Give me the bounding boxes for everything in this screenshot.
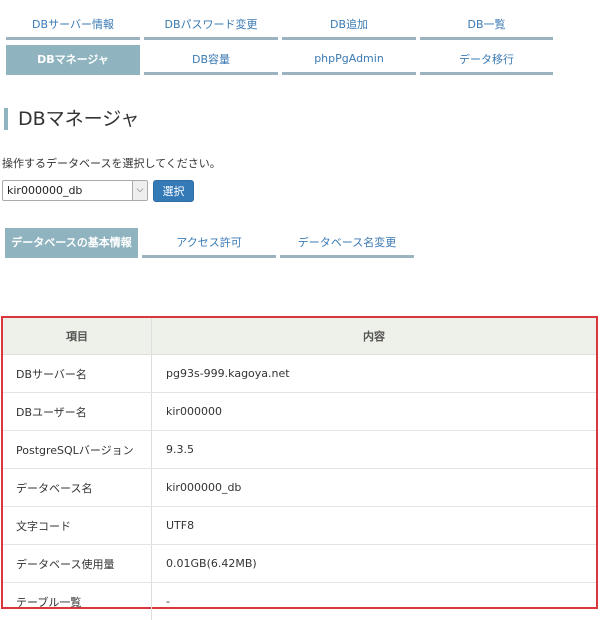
table-row: DBサーバー名 pg93s-999.kagoya.net (3, 355, 596, 393)
nav-db-capacity[interactable]: DB容量 (144, 45, 278, 75)
row-label: データベース使用量 (3, 545, 152, 583)
nav-db-list[interactable]: DB一覧 (420, 10, 553, 40)
row-label: テーブル一覧 (3, 583, 152, 620)
row-label: データベース名 (3, 469, 152, 507)
table-row: PostgreSQLバージョン 9.3.5 (3, 431, 596, 469)
nav-db-add[interactable]: DB追加 (282, 10, 416, 40)
database-select[interactable]: kir000000_db ⌵ (2, 180, 148, 201)
database-select-value: kir000000_db (7, 184, 82, 197)
row-value: - (152, 583, 597, 620)
page-title: DBマネージャ (4, 108, 139, 130)
row-value: UTF8 (152, 507, 597, 545)
column-header-item: 項目 (3, 318, 152, 355)
select-button[interactable]: 選択 (153, 180, 194, 202)
table-row: 文字コード UTF8 (3, 507, 596, 545)
table-row: テーブル一覧 - (3, 583, 596, 620)
tab-basic-info[interactable]: データベースの基本情報 (5, 228, 138, 258)
info-table-frame: 項目 内容 DBサーバー名 pg93s-999.kagoya.net DBユーザ… (1, 316, 598, 609)
table-header-row: 項目 内容 (3, 318, 596, 355)
row-value: kir000000_db (152, 469, 597, 507)
nav-db-manager[interactable]: DBマネージャ (6, 45, 140, 75)
row-value: pg93s-999.kagoya.net (152, 355, 597, 393)
table-row: データベース使用量 0.01GB(6.42MB) (3, 545, 596, 583)
tab-rename-database[interactable]: データベース名変更 (280, 228, 414, 258)
row-label: 文字コード (3, 507, 152, 545)
tab-access-permission[interactable]: アクセス許可 (142, 228, 276, 258)
table-row: DBユーザー名 kir000000 (3, 393, 596, 431)
table-row: データベース名 kir000000_db (3, 469, 596, 507)
nav-phppgadmin[interactable]: phpPgAdmin (282, 45, 416, 75)
row-label: DBユーザー名 (3, 393, 152, 431)
row-value: 9.3.5 (152, 431, 597, 469)
row-label: PostgreSQLバージョン (3, 431, 152, 469)
row-value: kir000000 (152, 393, 597, 431)
column-header-content: 内容 (152, 318, 597, 355)
instruction-text: 操作するデータベースを選択してください。 (2, 155, 221, 171)
chevron-down-icon[interactable]: ⌵ (132, 181, 147, 200)
nav-data-migration[interactable]: データ移行 (420, 45, 553, 75)
row-label: DBサーバー名 (3, 355, 152, 393)
nav-db-server-info[interactable]: DBサーバー情報 (6, 10, 140, 40)
row-value: 0.01GB(6.42MB) (152, 545, 597, 583)
info-table: 項目 内容 DBサーバー名 pg93s-999.kagoya.net DBユーザ… (3, 318, 596, 620)
nav-db-password-change[interactable]: DBパスワード変更 (144, 10, 278, 40)
